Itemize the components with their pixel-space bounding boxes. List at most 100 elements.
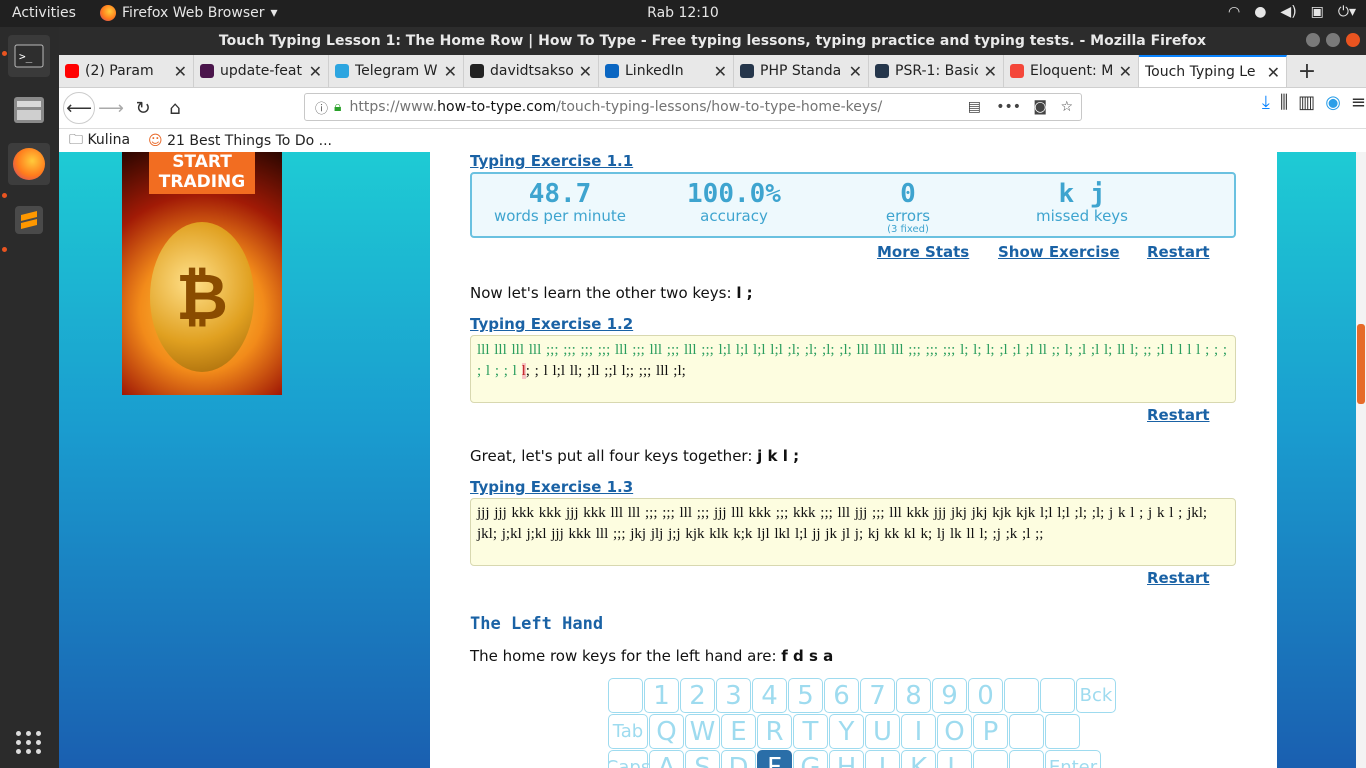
instruction-label: The home row keys for the left hand are: bbox=[470, 647, 777, 665]
exercise-1-3-text[interactable]: jjj jjj kkk kkk jjj kkk lll lll ;;; ;;; … bbox=[470, 498, 1236, 566]
bitcoin-ad-banner[interactable]: START TRADING ₿ bbox=[122, 152, 282, 395]
sublime-text-icon[interactable] bbox=[8, 199, 50, 241]
stat-label: errors bbox=[885, 207, 931, 225]
url-path: /touch-typing-lessons/how-to-type-home-k… bbox=[556, 99, 883, 115]
running-indicator bbox=[2, 247, 7, 252]
svg-text:>_: >_ bbox=[19, 50, 33, 63]
tab-label: PHP Standa bbox=[760, 63, 842, 79]
page-actions-icon[interactable]: ••• bbox=[996, 99, 1021, 115]
keyboard-key: T bbox=[793, 714, 828, 749]
tab-label: (2) Param bbox=[85, 63, 154, 79]
more-stats-link[interactable]: More Stats bbox=[877, 243, 969, 261]
restart-link[interactable]: Restart bbox=[1147, 406, 1210, 424]
youtube-icon bbox=[65, 64, 79, 78]
browser-tab[interactable]: Telegram W ✕ bbox=[329, 55, 464, 87]
tab-label: LinkedIn bbox=[625, 63, 684, 79]
keyboard-key bbox=[1004, 678, 1039, 713]
sidebar-icon[interactable]: ▥ bbox=[1298, 92, 1315, 113]
keyboard-key: Caps bbox=[608, 750, 650, 768]
browser-tab[interactable]: (2) Param ✕ bbox=[59, 55, 194, 87]
close-tab-icon[interactable]: ✕ bbox=[309, 62, 322, 81]
browser-tab[interactable]: Touch Typing Le ✕ bbox=[1139, 55, 1287, 87]
instruction-label: Great, let's put all four keys together: bbox=[470, 447, 753, 465]
tab-label: davidtsakso bbox=[490, 63, 573, 79]
maximize-button[interactable] bbox=[1326, 33, 1340, 47]
menu-icon[interactable]: ≡ bbox=[1351, 92, 1366, 113]
back-button[interactable]: ⟵ bbox=[63, 92, 95, 124]
keyboard-key: Bck bbox=[1076, 678, 1116, 713]
github-icon bbox=[470, 64, 484, 78]
close-tab-icon[interactable]: ✕ bbox=[849, 62, 862, 81]
firefox-icon bbox=[13, 148, 45, 180]
exercise-1-2-title[interactable]: Typing Exercise 1.2 bbox=[470, 315, 633, 333]
keyboard-key: 1 bbox=[644, 678, 679, 713]
firefox-dock-icon[interactable] bbox=[8, 143, 50, 185]
exercise-1-3-title[interactable]: Typing Exercise 1.3 bbox=[470, 478, 633, 496]
reload-button[interactable]: ↻ bbox=[127, 92, 159, 124]
keyboard-key: A bbox=[649, 750, 684, 768]
show-applications-icon[interactable] bbox=[16, 731, 42, 754]
keyboard-key bbox=[1009, 750, 1044, 768]
keyboard-key: O bbox=[937, 714, 972, 749]
restart-link[interactable]: Restart bbox=[1147, 569, 1210, 587]
downloads-icon[interactable]: ⤓ bbox=[1262, 92, 1270, 113]
bookmark-item[interactable]: ☺ 21 Best Things To Do ... bbox=[148, 133, 332, 149]
tab-label: Eloquent: M bbox=[1030, 63, 1113, 79]
pocket-icon[interactable]: ◙ bbox=[1033, 99, 1047, 115]
page-scrollbar[interactable] bbox=[1356, 152, 1366, 768]
browser-tab[interactable]: LinkedIn ✕ bbox=[599, 55, 734, 87]
close-tab-icon[interactable]: ✕ bbox=[579, 62, 592, 81]
extension-icon[interactable]: ◉ bbox=[1325, 92, 1341, 113]
keyboard-key: 8 bbox=[896, 678, 931, 713]
exercise-1-1-title[interactable]: Typing Exercise 1.1 bbox=[470, 152, 633, 170]
new-tab-button[interactable]: + bbox=[1287, 55, 1327, 87]
keyboard-key: U bbox=[865, 714, 900, 749]
activities-button[interactable]: Activities bbox=[12, 5, 76, 21]
library-icon[interactable]: ⫼ bbox=[1280, 92, 1288, 113]
url-bar[interactable]: ⓘ 🔒︎ https://www. how-to-type.com/touch-t… bbox=[304, 93, 1082, 121]
keyboard-key: G bbox=[793, 750, 828, 768]
tab-label: PSR-1: Basic bbox=[895, 63, 978, 79]
keyboard-key: J bbox=[865, 750, 900, 768]
ad-headline: START TRADING bbox=[149, 152, 255, 194]
scrollbar-thumb[interactable] bbox=[1357, 324, 1365, 404]
exercise-1-1-stats: 48.7 words per minute 100.0% accuracy 0 err… bbox=[470, 172, 1236, 238]
lock-icon: 🔒︎ bbox=[334, 99, 342, 115]
bookmark-folder-kulina[interactable]: 🗀︎ Kulina bbox=[69, 129, 130, 153]
instruction-text: The home row keys for the left hand are:… bbox=[470, 647, 833, 665]
files-icon[interactable] bbox=[8, 89, 50, 131]
reader-view-icon[interactable]: ▤ bbox=[968, 99, 981, 115]
terminal-icon[interactable]: >_ bbox=[8, 35, 50, 77]
forward-button[interactable]: ⟶ bbox=[95, 92, 127, 124]
browser-tab[interactable]: update-feat ✕ bbox=[194, 55, 329, 87]
close-tab-icon[interactable]: ✕ bbox=[174, 62, 187, 81]
close-tab-icon[interactable]: ✕ bbox=[444, 62, 457, 81]
system-tray[interactable]: ◠ ● ◀) ▣ ⏻▾ bbox=[1228, 4, 1356, 20]
close-button[interactable] bbox=[1346, 33, 1360, 47]
restart-link[interactable]: Restart bbox=[1147, 243, 1210, 261]
url-domain: how-to-type.com bbox=[437, 99, 557, 115]
browser-tab[interactable]: PSR-1: Basic ✕ bbox=[869, 55, 1004, 87]
browser-tab[interactable]: Eloquent: M ✕ bbox=[1004, 55, 1139, 87]
info-icon[interactable]: ⓘ bbox=[315, 98, 328, 117]
close-tab-icon[interactable]: ✕ bbox=[1119, 62, 1132, 81]
show-exercise-link[interactable]: Show Exercise bbox=[998, 243, 1120, 261]
running-indicator bbox=[2, 193, 7, 198]
close-tab-icon[interactable]: ✕ bbox=[1267, 63, 1280, 82]
exercise-1-2-text[interactable]: lll lll lll lll ;;; ;;; ;;; ;;; lll ;;; … bbox=[470, 335, 1236, 403]
browser-tab[interactable]: PHP Standa ✕ bbox=[734, 55, 869, 87]
stat-accuracy: 100.0% accuracy bbox=[654, 180, 814, 224]
app-menu[interactable]: Firefox Web Browser ▾ bbox=[100, 5, 278, 21]
browser-tab[interactable]: davidtsakso ✕ bbox=[464, 55, 599, 87]
bookmark-star-icon[interactable]: ☆ bbox=[1060, 99, 1073, 115]
stat-value: 100.0% bbox=[687, 179, 781, 209]
keyboard-key: 4 bbox=[752, 678, 787, 713]
close-tab-icon[interactable]: ✕ bbox=[714, 62, 727, 81]
home-button[interactable]: ⌂ bbox=[159, 92, 191, 124]
firefox-icon bbox=[100, 5, 116, 21]
firefox-window: Touch Typing Lesson 1: The Home Row | Ho… bbox=[59, 27, 1366, 768]
stat-note: (3 fixed) bbox=[887, 224, 929, 235]
minimize-button[interactable] bbox=[1306, 33, 1320, 47]
close-tab-icon[interactable]: ✕ bbox=[984, 62, 997, 81]
keyboard-key: E bbox=[721, 714, 756, 749]
